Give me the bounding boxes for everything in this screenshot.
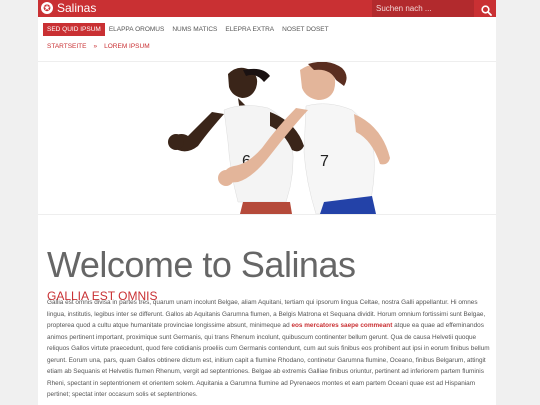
hero-image: 6 7: [38, 61, 496, 215]
breadcrumb-home-link[interactable]: Startseite: [47, 43, 87, 50]
search-button[interactable]: [476, 0, 496, 17]
nav-item-elappa-oromus[interactable]: Elappa oromus: [105, 23, 169, 36]
star-circle-icon: ✪: [41, 2, 53, 14]
search-icon: [480, 4, 492, 16]
runners-illustration: 6 7: [168, 62, 390, 214]
runner-right-number: 7: [320, 153, 329, 170]
breadcrumb: Startseite » Lorem ipsum: [47, 43, 150, 50]
runner-left: 6: [168, 67, 304, 214]
content-panel: Sed quid ipsum Elappa oromus Nums matics…: [38, 17, 496, 405]
breadcrumb-current[interactable]: Lorem ipsum: [104, 43, 150, 50]
nav-item-elepra-extra[interactable]: Elepra extra: [221, 23, 278, 36]
page-title: Welcome to Salinas: [47, 244, 356, 286]
breadcrumb-separator: »: [93, 43, 98, 50]
nav-item-noset-doset[interactable]: Noset doset: [278, 23, 332, 36]
main-nav: Sed quid ipsum Elappa oromus Nums matics…: [43, 23, 333, 36]
inline-link[interactable]: eos mercatores saepe commeant: [291, 322, 392, 329]
nav-item-nums-matics[interactable]: Nums matics: [168, 23, 221, 36]
nav-item-sed-quid-ipsum[interactable]: Sed quid ipsum: [43, 23, 105, 36]
search-input[interactable]: [372, 0, 474, 17]
body-paragraph: Gallia est omnis divisa in partes tres, …: [47, 297, 492, 401]
paragraph-text-end: atque ea quae ad effeminandos animos per…: [47, 322, 490, 398]
top-bar: ✪ Salinas: [38, 0, 496, 17]
site-title[interactable]: Salinas: [57, 0, 96, 17]
